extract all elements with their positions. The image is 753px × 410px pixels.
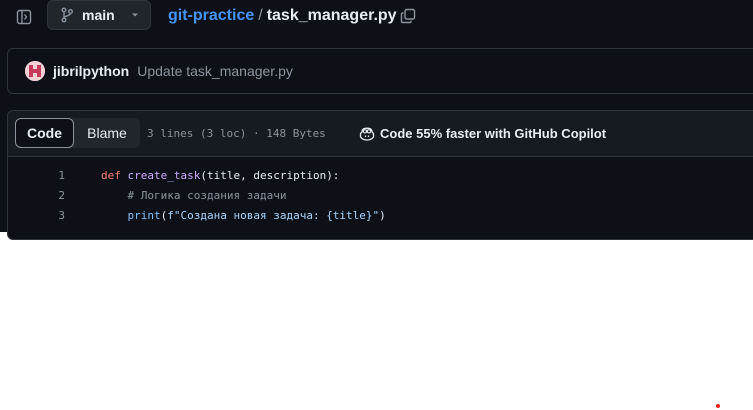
- code-text: def create_task(title, description):: [65, 169, 339, 182]
- commit-message-link[interactable]: Update task_manager.py: [137, 63, 293, 79]
- sidebar-expand-icon: [16, 9, 32, 25]
- latest-commit-bar: jibrilpython Update task_manager.py: [7, 48, 753, 94]
- tab-blame[interactable]: Blame: [74, 118, 140, 148]
- file-header: Code Blame 3 lines (3 loc) · 148 Bytes C…: [8, 111, 753, 157]
- line-number[interactable]: 2: [8, 189, 65, 202]
- branch-selector-button[interactable]: main: [47, 0, 151, 30]
- code-listing: 1 def create_task(title, description): 2 #…: [8, 165, 753, 225]
- sidebar-toggle-button[interactable]: [13, 6, 35, 28]
- file-viewer: Code Blame 3 lines (3 loc) · 148 Bytes C…: [7, 110, 753, 240]
- copilot-promo-text: Code 55% faster with GitHub Copilot: [380, 126, 607, 141]
- breadcrumb-repo-link[interactable]: git-practice: [168, 6, 254, 26]
- code-line: 2 # Логика создания задачи: [8, 185, 753, 205]
- git-branch-icon: [61, 7, 73, 23]
- file-info: 3 lines (3 loc) · 148 Bytes: [147, 127, 326, 140]
- copy-path-button[interactable]: [397, 6, 419, 26]
- red-dot-marker: [716, 404, 720, 408]
- code-token: def: [101, 168, 121, 182]
- code-token: print: [127, 208, 161, 222]
- copy-icon: [400, 8, 416, 24]
- code-token: (title, description):: [200, 168, 340, 182]
- code-token: f"Создана новая задача: {title}": [167, 208, 380, 222]
- code-token: ): [379, 208, 386, 222]
- breadcrumb-file-name: task_manager.py: [266, 7, 397, 24]
- github-file-view: main git-practice / task_manager.py jibr…: [0, 0, 753, 240]
- code-token: create_task: [127, 168, 201, 182]
- code-line: 1 def create_task(title, description):: [8, 165, 753, 185]
- code-text: print(f"Создана новая задача: {title}"): [65, 209, 386, 222]
- code-line: 3 print(f"Создана новая задача: {title}"…: [8, 205, 753, 225]
- copilot-icon: [359, 127, 375, 141]
- breadcrumb: git-practice / task_manager.py: [168, 6, 397, 26]
- tab-code[interactable]: Code: [15, 118, 74, 148]
- breadcrumb-separator: /: [258, 7, 263, 24]
- avatar[interactable]: [25, 61, 45, 81]
- identicon-icon: [25, 61, 45, 81]
- branch-name: main: [82, 7, 115, 23]
- chevron-down-icon: [132, 13, 138, 17]
- code-token: # Логика создания задачи: [127, 188, 287, 202]
- line-number[interactable]: 1: [8, 169, 65, 182]
- line-number[interactable]: 3: [8, 209, 65, 222]
- view-toggle: Code Blame: [15, 118, 140, 148]
- copilot-promo-link[interactable]: Code 55% faster with GitHub Copilot: [359, 126, 606, 141]
- code-text: # Логика создания задачи: [65, 188, 287, 202]
- commit-author-link[interactable]: jibrilpython: [53, 63, 129, 79]
